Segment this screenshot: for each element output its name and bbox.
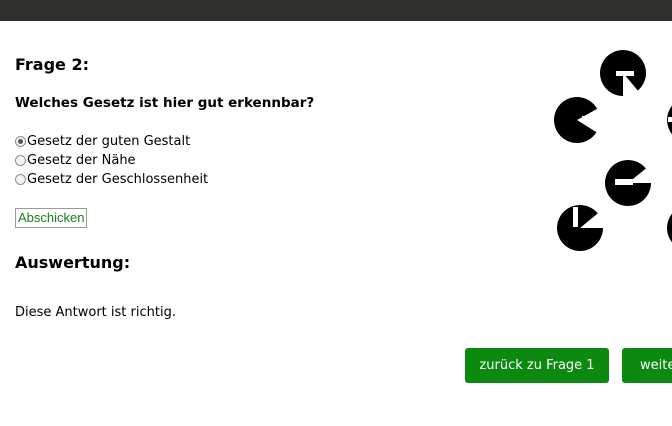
radio-button[interactable] [15, 136, 26, 147]
option-label: Gesetz der Geschlossenheit [27, 172, 209, 187]
gestalt-illusion-image [554, 50, 672, 251]
radio-button[interactable] [15, 155, 26, 166]
pacman-disc [667, 213, 672, 243]
evaluation-title: Auswertung: [15, 253, 131, 272]
pacman-disc [600, 50, 650, 105]
pacman-disc [605, 157, 660, 206]
option-geschlossenheit[interactable]: Gesetz der Geschlossenheit [15, 170, 208, 189]
pacman-disc [667, 105, 672, 135]
top-bar [0, 0, 672, 21]
submit-button[interactable]: Abschicken [15, 208, 88, 228]
question-text: Welches Gesetz ist hier gut erkennbar? [15, 95, 315, 111]
radio-button[interactable] [15, 174, 26, 185]
pacman-disc [554, 97, 604, 143]
next-button[interactable]: weite [622, 348, 672, 383]
pacman-disc [557, 205, 608, 251]
option-gute-gestalt[interactable]: Gesetz der guten Gestalt [15, 132, 208, 151]
option-label: Gesetz der guten Gestalt [27, 134, 191, 149]
option-label: Gesetz der Nähe [27, 153, 136, 168]
option-naehe[interactable]: Gesetz der Nähe [15, 151, 208, 170]
question-title: Frage 2: [15, 55, 89, 74]
result-text: Diese Antwort ist richtig. [15, 305, 176, 320]
back-button[interactable]: zurück zu Frage 1 [465, 348, 609, 383]
answer-options: Gesetz der guten Gestalt Gesetz der Nähe… [15, 132, 208, 189]
